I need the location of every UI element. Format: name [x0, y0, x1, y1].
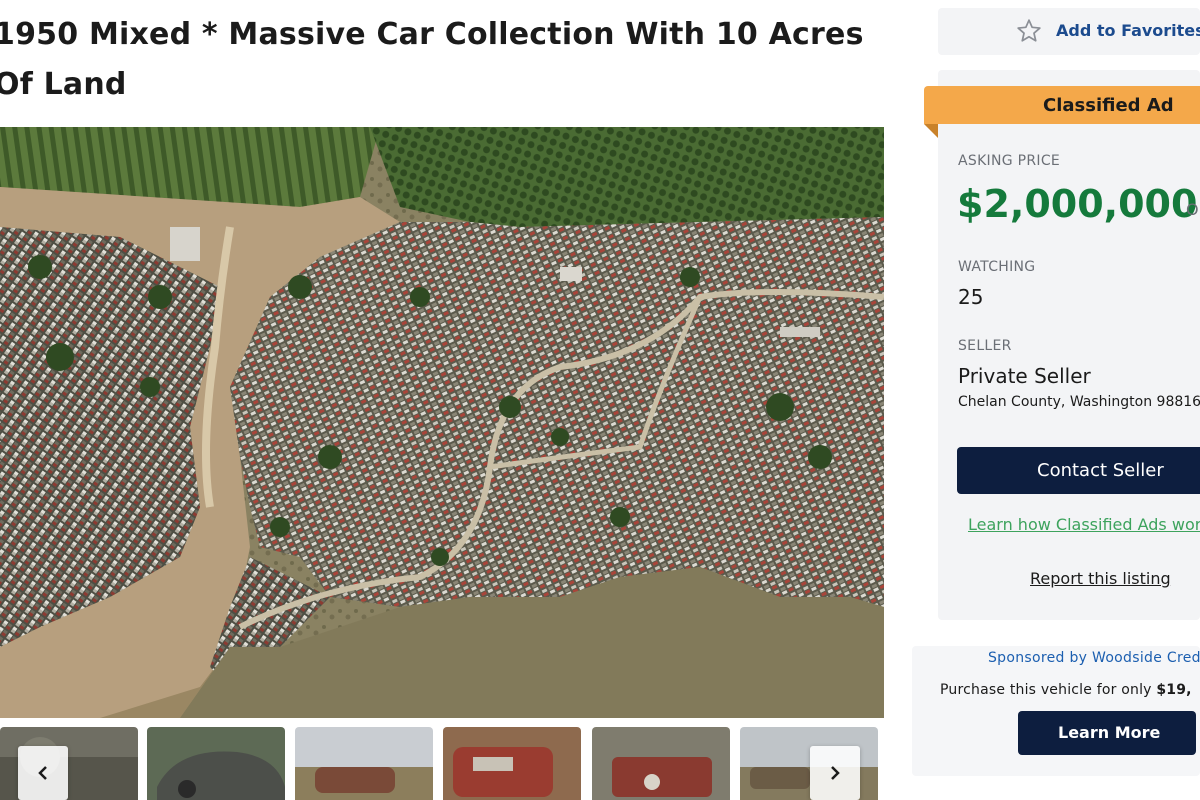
- chevron-left-icon: [38, 766, 47, 780]
- price-suffix: OBO: [1186, 200, 1200, 219]
- thumbnail[interactable]: [443, 727, 581, 800]
- star-outline-icon: [1017, 19, 1041, 42]
- contact-seller-label: Contact Seller: [1037, 460, 1164, 481]
- thumbnail[interactable]: [147, 727, 285, 800]
- learn-more-button[interactable]: Learn More: [1018, 711, 1196, 755]
- purchase-amount: $19,: [1156, 682, 1192, 698]
- thumbnail[interactable]: [592, 727, 730, 800]
- gallery-next-button[interactable]: [810, 746, 860, 800]
- watching-label: WATCHING: [958, 259, 1036, 275]
- favorites-label: Add to Favorites: [1056, 21, 1200, 40]
- main-listing-photo[interactable]: [0, 127, 884, 718]
- asking-price-label: ASKING PRICE: [958, 153, 1061, 169]
- sponsor-label: Sponsored by Woodside Credit: [988, 650, 1200, 666]
- learn-more-label: Learn More: [1058, 723, 1161, 742]
- chevron-right-icon: [831, 766, 840, 780]
- purchase-text: Purchase this vehicle for only: [940, 682, 1152, 698]
- asking-price: $2,000,000: [957, 182, 1198, 226]
- thumbnail-strip: [0, 727, 884, 800]
- purchase-offer-text: Purchase this vehicle for only $19,: [940, 682, 1192, 698]
- seller-location: Chelan County, Washington 98816: [958, 394, 1200, 410]
- add-to-favorites-button[interactable]: Add to Favorites: [938, 8, 1200, 55]
- learn-classified-ads-link[interactable]: Learn how Classified Ads work: [968, 515, 1200, 534]
- report-listing-link[interactable]: Report this listing: [1030, 569, 1171, 588]
- watching-count: 25: [958, 285, 984, 309]
- classified-ad-badge: Classified Ad: [1043, 95, 1174, 116]
- ribbon-fold: [924, 124, 938, 138]
- seller-name: Private Seller: [958, 364, 1091, 388]
- gallery-prev-button[interactable]: [18, 746, 68, 800]
- listing-title: 1950 Mixed * Massive Car Collection With…: [0, 17, 864, 102]
- thumbnail[interactable]: [295, 727, 433, 800]
- contact-seller-button[interactable]: Contact Seller: [957, 447, 1200, 494]
- seller-label: SELLER: [958, 338, 1012, 354]
